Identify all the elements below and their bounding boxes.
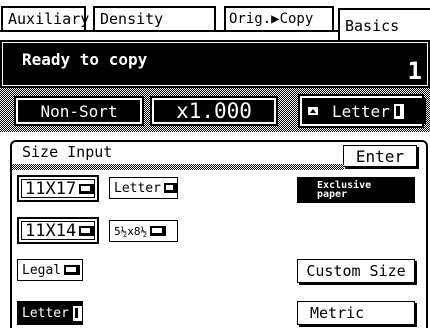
- enter-label: Enter: [355, 146, 405, 166]
- tab-orig-copy[interactable]: Orig.▶Copy: [224, 6, 334, 30]
- zoom-button[interactable]: x1.000: [150, 96, 278, 126]
- landscape-paper-icon: [163, 183, 177, 193]
- paper-button[interactable]: Letter: [298, 94, 426, 128]
- size-11x17-label: 11X17: [25, 178, 77, 199]
- size-legal-button[interactable]: Legal: [17, 259, 83, 281]
- tab-density-label: Density: [100, 10, 164, 28]
- size-11x17-button[interactable]: 11X17: [17, 175, 99, 202]
- custom-size-button[interactable]: Custom Size: [297, 259, 415, 283]
- sort-label: Non-Sort: [40, 101, 118, 121]
- portrait-paper-icon: [72, 305, 82, 321]
- copy-count: 1: [407, 57, 422, 85]
- tab-auxiliary-label: Auxiliary: [8, 10, 90, 28]
- size-letter-landscape-label: Letter: [114, 180, 161, 196]
- up-arrow-icon: [308, 107, 318, 115]
- tab-density[interactable]: Density: [93, 6, 216, 30]
- exclusive-paper-button[interactable]: Exclusive paper: [297, 177, 415, 203]
- paper-label: Letter: [332, 101, 390, 121]
- size-5-5x8-5-button[interactable]: 5½x8½: [109, 220, 178, 242]
- tab-basics[interactable]: Basics: [338, 8, 430, 40]
- tab-auxiliary[interactable]: Auxiliary: [1, 6, 90, 30]
- tab-basics-label: Basics: [345, 17, 400, 35]
- landscape-paper-icon: [150, 226, 167, 236]
- panel-divider: [12, 164, 344, 170]
- custom-size-label: Custom Size: [306, 262, 406, 280]
- landscape-paper-icon: [79, 225, 94, 236]
- enter-button[interactable]: Enter: [343, 145, 417, 167]
- size-letter-landscape-button[interactable]: Letter: [109, 177, 178, 199]
- zoom-label: x1.000: [176, 99, 252, 123]
- size-legal-label: Legal: [22, 262, 62, 278]
- portrait-paper-icon: [393, 103, 404, 119]
- landscape-paper-icon: [79, 183, 94, 194]
- landscape-paper-icon: [64, 265, 81, 275]
- size-letter-portrait-button[interactable]: Letter: [17, 301, 83, 325]
- status-message: Ready to copy: [22, 50, 148, 69]
- size-5-5x8-5-label: 5½x8½: [114, 224, 148, 238]
- size-input-title: Size Input: [22, 143, 113, 161]
- metric-label: Metric: [310, 304, 365, 322]
- tab-baseline: [0, 30, 338, 32]
- metric-button[interactable]: Metric: [297, 301, 415, 325]
- exclusive-paper-label: Exclusive paper: [317, 180, 372, 200]
- sort-button[interactable]: Non-Sort: [14, 96, 144, 126]
- status-bar: Ready to copy 1: [0, 40, 430, 88]
- tab-orig-copy-label: Orig.▶Copy: [229, 11, 314, 27]
- size-11x14-label: 11X14: [25, 220, 77, 241]
- size-letter-portrait-label: Letter: [22, 305, 69, 321]
- size-11x14-button[interactable]: 11X14: [17, 217, 99, 244]
